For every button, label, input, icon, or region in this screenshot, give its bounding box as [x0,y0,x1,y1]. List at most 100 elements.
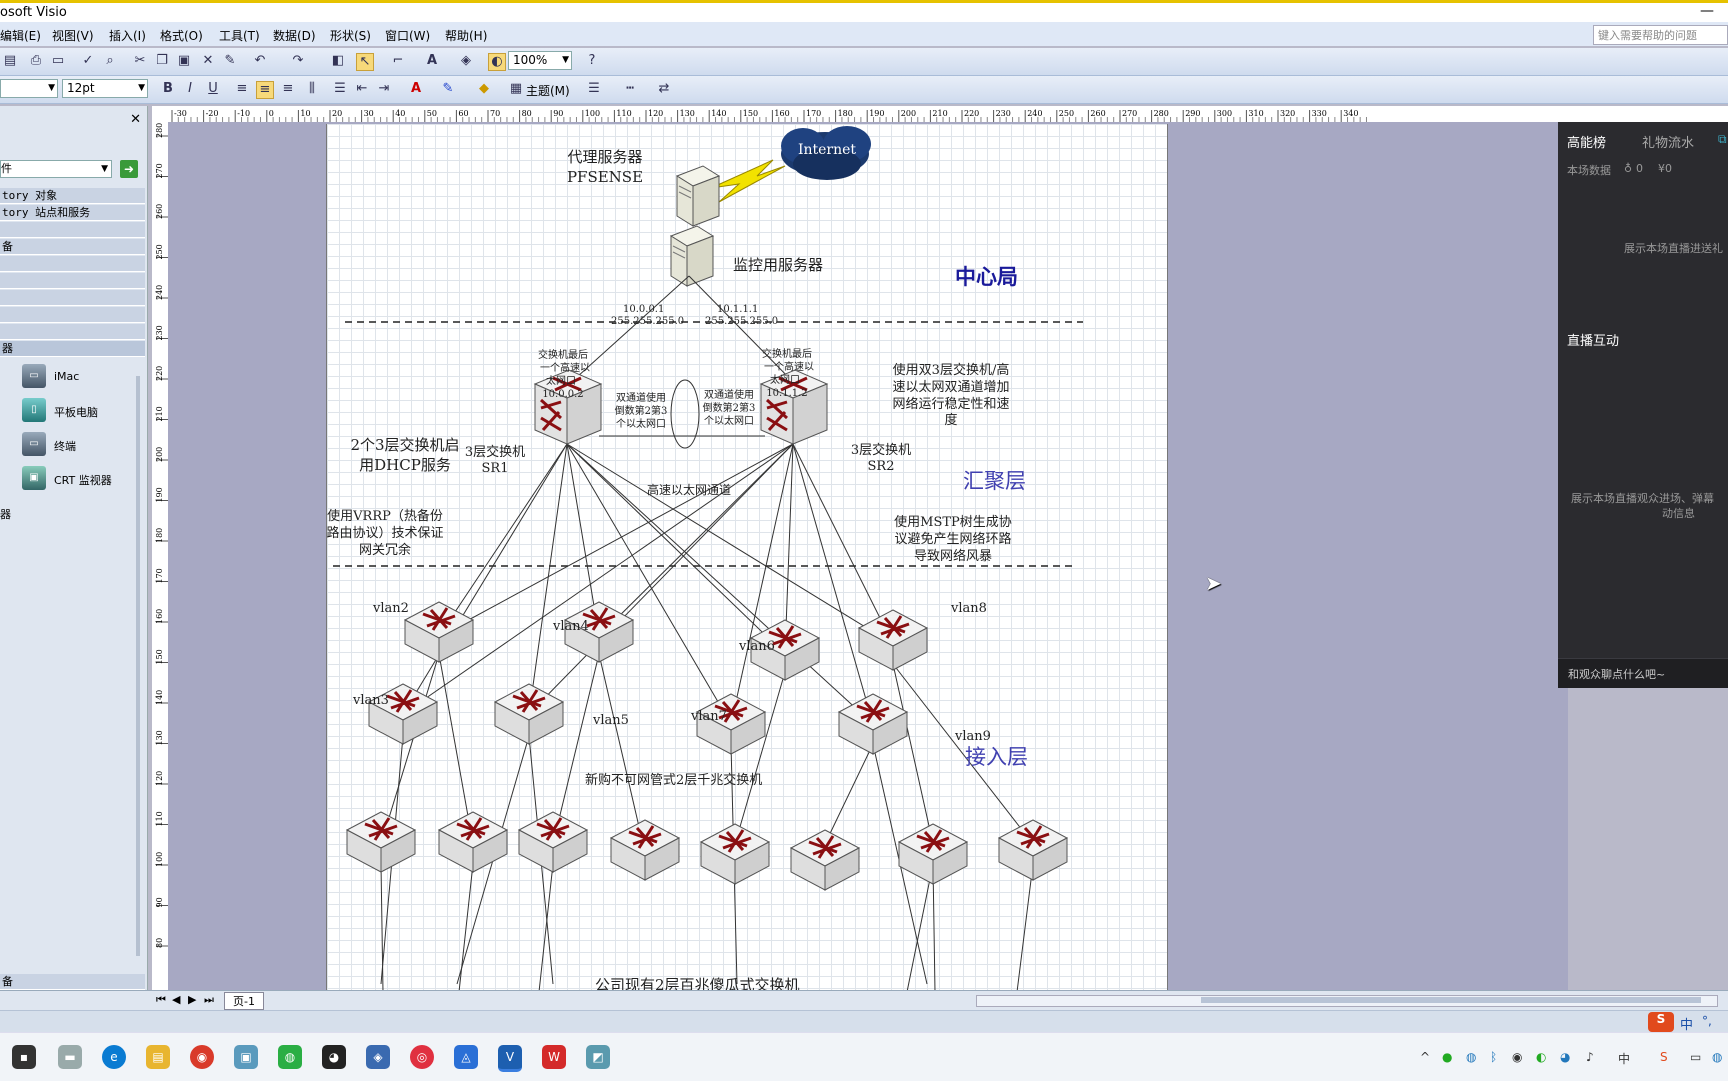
menu-data[interactable]: 数据(D) [273,27,316,44]
theme-button[interactable]: 主题(M) [526,82,570,99]
shapes-icon[interactable]: ◧ [330,53,346,69]
connector-tool-icon[interactable]: ⌐ [390,53,406,69]
print-preview-icon[interactable]: ▭ [50,53,66,69]
redo-icon[interactable]: ↷ [290,53,306,69]
decrease-indent-icon[interactable]: ⇤ [354,81,370,97]
wechat-icon[interactable]: ◍ [278,1045,302,1069]
stencil-category[interactable]: 备 [0,974,145,990]
last-page-icon[interactable]: ⏭ [204,993,214,1007]
file-explorer-icon[interactable]: ▤ [146,1045,170,1069]
ime-tray-icon[interactable]: 中 [1618,1050,1630,1067]
stencils-icon[interactable]: ◈ [458,53,474,69]
stencil-category[interactable] [0,273,145,289]
stencil-category[interactable]: 备 [0,239,145,255]
menu-format[interactable]: 格式(O) [160,27,203,44]
menu-window[interactable]: 窗口(W) [385,27,430,44]
widget-icon[interactable]: ▬ [58,1045,82,1069]
stencil-category-active[interactable]: 器 [0,341,145,357]
spelling-icon[interactable]: ✓ [80,53,96,69]
pan-zoom-icon[interactable]: ◐ [488,53,506,71]
font-size-select[interactable]: 12pt ▼ [62,79,148,98]
edge-browser-icon[interactable]: e [102,1045,126,1069]
line-ends-icon[interactable]: ⇄ [656,81,672,97]
drawing-page[interactable]: Internet 代理服务器 PFSENSE 监控用服务器 中心局 汇聚层 接入… [326,124,1168,992]
tray-icon[interactable]: ◍ [1712,1050,1722,1064]
justify-icon[interactable]: ⫼ [304,81,320,97]
steam-icon[interactable]: ◉ [1512,1050,1522,1064]
menu-insert[interactable]: 插入(I) [109,27,146,44]
tab-rank[interactable]: 高能榜 [1567,132,1606,151]
research-icon[interactable]: ⌕ [102,53,118,69]
go-arrow-icon[interactable]: ➜ [120,160,138,178]
taskview-icon[interactable]: ▪ [12,1045,36,1069]
microphone-icon[interactable]: ♪ [1586,1050,1594,1064]
fill-color-icon[interactable]: ◆ [476,81,492,97]
app-icon[interactable]: ◩ [586,1045,610,1069]
text-tool-icon[interactable]: A [424,53,440,69]
tab-gifts[interactable]: 礼物流水 [1642,132,1694,151]
stencil-category[interactable]: tory 站点和服务 [0,205,145,221]
stencil-category[interactable] [0,290,145,306]
theme-icon[interactable]: ▦ [508,81,524,97]
help-search-input[interactable]: 键入需要帮助的问题 [1593,25,1728,45]
first-page-icon[interactable]: ⏮ [156,993,166,1007]
align-right-icon[interactable]: ≡ [280,81,296,97]
app-icon[interactable]: ◬ [454,1045,478,1069]
wps-icon[interactable]: W [542,1045,566,1069]
menu-shape[interactable]: 形状(S) [330,27,371,44]
close-icon[interactable]: ✕ [130,112,141,127]
network-icon[interactable]: ▭ [1690,1050,1701,1064]
page-tab[interactable]: 页-1 [224,992,264,1010]
stencil-scrollbar[interactable] [136,376,140,956]
format-painter-icon[interactable]: ✎ [222,53,238,69]
stencil-category[interactable] [0,307,145,323]
tray-icon[interactable]: ◕ [1560,1050,1570,1064]
prev-page-icon[interactable]: ◀ [172,993,180,1006]
stencil-category[interactable] [0,256,145,272]
line-weight-icon[interactable]: ☰ [586,81,602,97]
minimize-button[interactable]: — [1700,3,1714,19]
font-color-icon[interactable]: A [408,81,424,97]
bullets-icon[interactable]: ☰ [332,81,348,97]
undo-icon[interactable]: ↶ [252,53,268,69]
copy-icon[interactable]: ❐ [154,53,170,69]
tray-icon[interactable]: ◍ [1466,1050,1476,1064]
ime-lang[interactable]: 中 [1680,1014,1693,1033]
menu-help[interactable]: 帮助(H) [445,27,487,44]
bold-icon[interactable]: B [160,81,176,97]
tray-icon[interactable]: ◐ [1536,1050,1546,1064]
help-icon[interactable]: ? [584,53,600,69]
ime-punct-icon[interactable]: °, [1702,1014,1712,1028]
zoom-select[interactable]: 100% ▼ [508,51,572,70]
align-left-icon[interactable]: ≡ [234,81,250,97]
menu-tools[interactable]: 工具(T) [219,27,260,44]
delete-icon[interactable]: ✕ [200,53,216,69]
line-color-icon[interactable]: ✎ [440,81,456,97]
stencil-category[interactable] [0,324,145,340]
cut-icon[interactable]: ✂ [132,53,148,69]
save-icon[interactable]: ▤ [2,53,18,69]
menu-view[interactable]: 视图(V) [52,27,94,44]
italic-icon[interactable]: I [182,81,198,97]
netease-music-icon[interactable]: ◎ [410,1045,434,1069]
qq-icon[interactable]: ◕ [322,1045,346,1069]
chrome-icon[interactable]: ◉ [190,1045,214,1069]
menu-edit[interactable]: 编辑(E) [0,27,41,44]
paste-icon[interactable]: ▣ [176,53,192,69]
scrollbar-thumb[interactable] [1201,997,1701,1003]
photos-icon[interactable]: ▣ [234,1045,258,1069]
shape-search-input[interactable]: 件 ▼ [0,160,112,178]
visio-icon[interactable]: V [498,1045,522,1072]
stencil-category[interactable] [0,222,145,238]
align-center-icon[interactable]: ≡ [256,81,274,99]
line-pattern-icon[interactable]: ┅ [622,81,638,97]
chat-input[interactable]: 和观众聊点什么吧~ [1558,658,1728,688]
app-icon[interactable]: ◈ [366,1045,390,1069]
font-select[interactable]: ▼ [0,79,58,98]
increase-indent-icon[interactable]: ⇥ [376,81,392,97]
popout-icon[interactable]: ⧉ [1718,132,1727,147]
horizontal-scrollbar[interactable] [976,995,1718,1007]
tray-icon[interactable]: ● [1442,1050,1452,1064]
print-icon[interactable]: ⎙ [28,53,44,69]
sogou-tray-icon[interactable]: S [1660,1050,1668,1064]
